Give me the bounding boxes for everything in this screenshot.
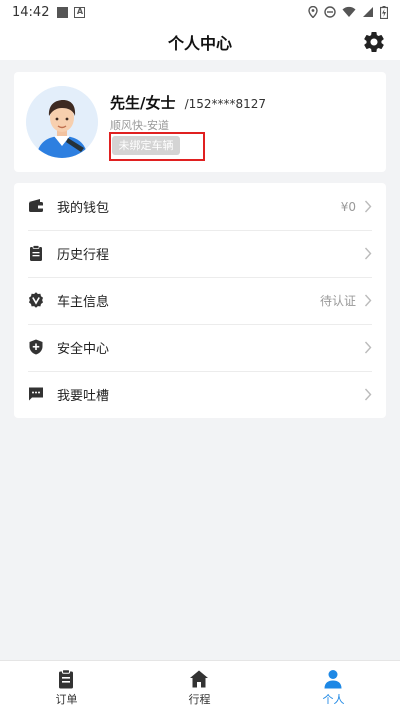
name-row: 先生/女士 /152****8127 <box>110 92 266 113</box>
notification-square-icon <box>57 6 69 18</box>
wifi-icon <box>342 6 356 17</box>
menu-item-value: 待认证 <box>319 294 356 308</box>
signal-icon <box>363 7 373 17</box>
chevron-right-icon <box>364 388 372 401</box>
dnd-icon <box>324 6 336 18</box>
tab-label: 个人 <box>322 693 345 706</box>
avatar[interactable] <box>26 86 98 158</box>
tab-trips[interactable]: 行程 <box>133 661 266 711</box>
menu-item-label: 车主信息 <box>57 295 110 310</box>
chevron-right-icon <box>364 294 372 307</box>
avatar-illustration <box>26 86 98 158</box>
tab-label: 行程 <box>188 693 211 706</box>
chevron-right-icon <box>364 247 372 260</box>
person-icon <box>324 670 342 689</box>
home-icon <box>190 670 208 688</box>
user-phone: /152****8127 <box>184 97 267 111</box>
status-bar: 14:42 A <box>0 0 400 24</box>
menu-list: 我的钱包 ¥0 历史行程 车主信息 待认证 安全中心 我要吐槽 <box>14 183 386 418</box>
location-icon <box>308 6 318 18</box>
menu-item-label: 历史行程 <box>57 248 110 263</box>
menu-item-feedback[interactable]: 我要吐槽 <box>14 371 386 418</box>
user-city: 顺风快-安道 <box>110 119 169 132</box>
page-header: 个人中心 <box>0 24 400 60</box>
menu-item-history[interactable]: 历史行程 <box>14 230 386 277</box>
profile-card: 先生/女士 /152****8127 顺风快-安道 未绑定车辆 <box>14 72 386 172</box>
status-icons <box>308 5 388 19</box>
clipboard-icon <box>30 245 42 261</box>
chat-icon <box>29 387 43 401</box>
verified-badge-icon <box>28 292 44 308</box>
notification-a-icon: A <box>74 6 86 18</box>
menu-item-value: ¥0 <box>340 199 356 214</box>
menu-item-label: 我要吐槽 <box>57 389 110 404</box>
menu-item-owner-info[interactable]: 车主信息 待认证 <box>14 277 386 324</box>
page-title: 个人中心 <box>167 34 232 53</box>
wallet-icon <box>29 199 43 212</box>
shield-icon <box>29 339 43 355</box>
menu-item-wallet[interactable]: 我的钱包 ¥0 <box>14 183 386 230</box>
tab-orders[interactable]: 订单 <box>0 661 133 711</box>
status-time: 14:42 <box>12 4 50 20</box>
bottom-tab-bar: 订单 行程 个人 <box>0 660 400 711</box>
battery-icon <box>380 5 388 19</box>
bind-vehicle-button[interactable]: 未绑定车辆 <box>112 136 180 155</box>
menu-item-label: 我的钱包 <box>57 201 110 216</box>
tab-profile[interactable]: 个人 <box>267 661 400 711</box>
gear-icon[interactable] <box>362 30 386 54</box>
chevron-right-icon <box>364 200 372 213</box>
menu-item-safety[interactable]: 安全中心 <box>14 324 386 371</box>
user-name: 先生/女士 <box>110 94 176 112</box>
clipboard-icon <box>59 669 73 689</box>
chevron-right-icon <box>364 341 372 354</box>
menu-item-label: 安全中心 <box>57 342 110 357</box>
tab-label: 订单 <box>55 693 78 706</box>
